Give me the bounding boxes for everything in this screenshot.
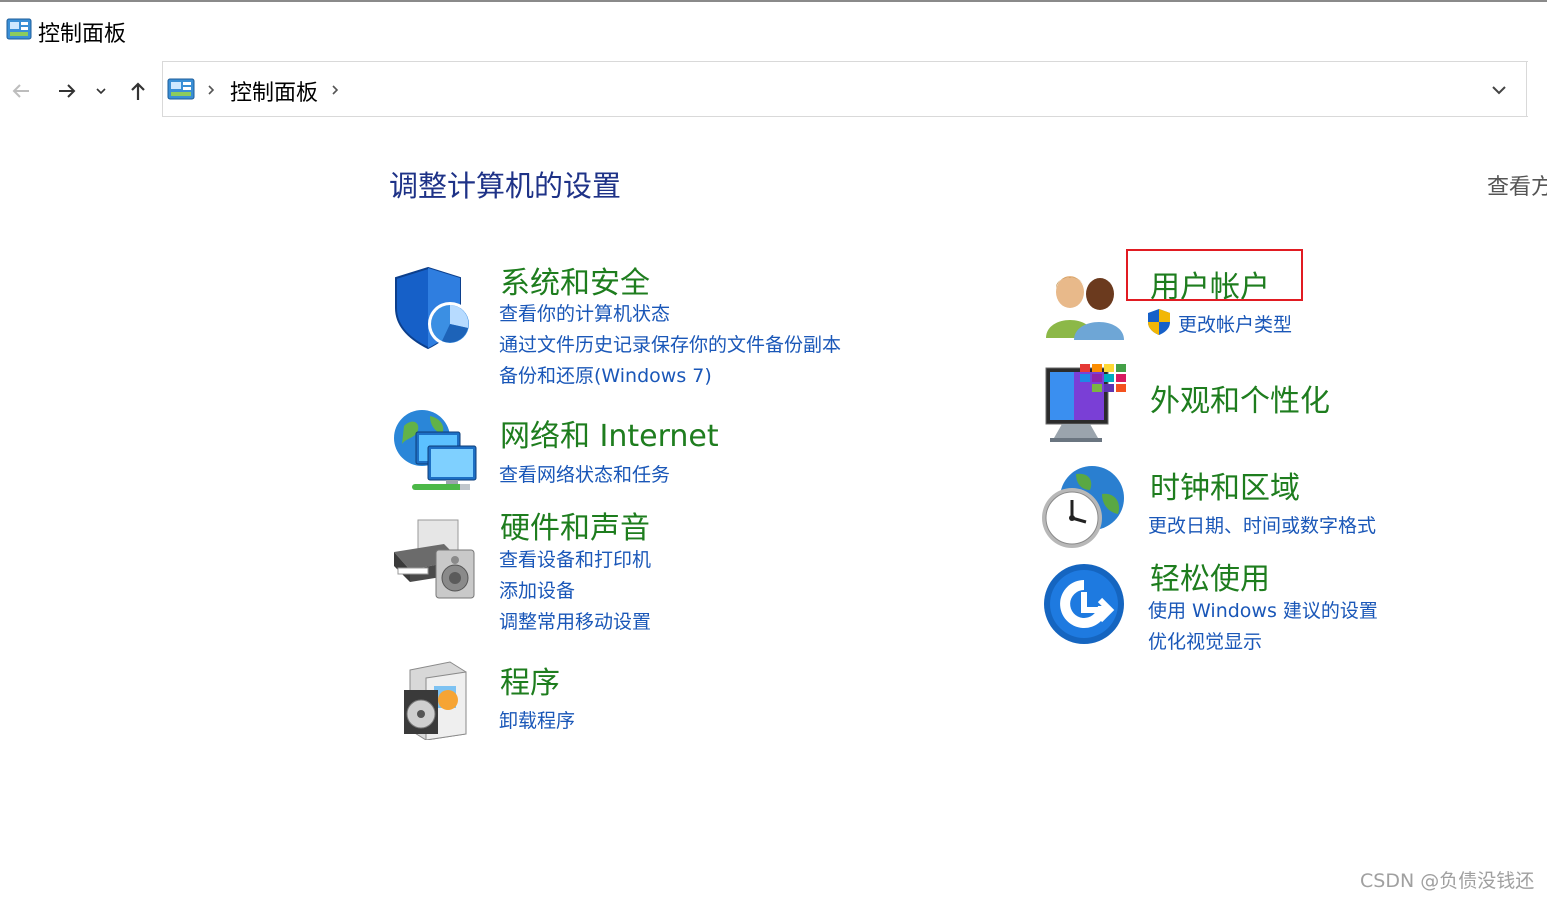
control-panel-icon [167,78,195,100]
category-network-internet[interactable]: 网络和 Internet [500,411,719,455]
forward-button[interactable] [54,78,80,104]
appearance-monitor-icon[interactable] [1044,362,1128,446]
link-backup-restore[interactable]: 备份和还原(Windows 7) [499,361,712,388]
ease-of-access-icon[interactable] [1042,562,1126,646]
shield-icon[interactable] [392,266,476,350]
category-appearance-personalization[interactable]: 外观和个性化 [1150,376,1330,420]
address-dropdown-icon[interactable] [1489,80,1509,100]
category-programs[interactable]: 程序 [500,658,560,702]
breadcrumb-control-panel[interactable]: 控制面板 [230,75,318,107]
watermark: CSDN @负债没钱还 [1360,870,1535,892]
window-title: 控制面板 [38,22,127,47]
page-title: 调整计算机的设置 [389,169,622,203]
recent-locations-button[interactable] [90,78,112,104]
category-hardware-sound[interactable]: 硬件和声音 [500,503,650,547]
breadcrumb-chevron-icon[interactable] [205,84,217,96]
category-ease-of-access[interactable]: 轻松使用 [1150,554,1270,598]
arrow-right-icon [59,84,76,98]
control-panel-icon [6,18,32,40]
users-icon[interactable] [1044,270,1126,340]
link-file-history-backup[interactable]: 通过文件历史记录保存你的文件备份副本 [499,330,841,357]
link-uninstall-program[interactable]: 卸载程序 [499,706,575,733]
arrow-up-icon [131,82,145,100]
highlight-box [1126,249,1303,301]
printer-speaker-icon[interactable] [390,516,478,600]
breadcrumb-chevron-icon[interactable] [329,84,341,96]
arrow-left-icon [12,84,29,98]
window-top-border [0,0,1547,2]
link-change-date-time[interactable]: 更改日期、时间或数字格式 [1148,511,1376,538]
address-bar[interactable]: 控制面板 [162,61,1528,117]
link-optimize-visual-display[interactable]: 优化视觉显示 [1148,627,1262,654]
back-button[interactable] [8,78,34,104]
link-network-status[interactable]: 查看网络状态和任务 [499,460,670,487]
link-recommended-settings[interactable]: 使用 Windows 建议的设置 [1148,596,1378,623]
up-button[interactable] [125,78,151,104]
category-system-security[interactable]: 系统和安全 [500,258,650,302]
clock-globe-icon[interactable] [1040,464,1126,550]
view-by-label[interactable]: 查看方 [1487,169,1547,201]
category-clock-region[interactable]: 时钟和区域 [1150,463,1300,507]
link-add-device[interactable]: 添加设备 [499,576,575,603]
link-change-account-type[interactable]: 更改帐户类型 [1178,310,1292,337]
link-mobility-settings[interactable]: 调整常用移动设置 [499,607,651,634]
link-view-computer-status[interactable]: 查看你的计算机状态 [499,299,670,326]
title-bar: 控制面板 [0,4,1547,54]
address-divider [1526,61,1527,117]
link-devices-printers[interactable]: 查看设备和打印机 [499,545,651,572]
programs-box-icon[interactable] [400,660,472,740]
uac-shield-icon [1148,309,1170,335]
network-globe-icon[interactable] [390,408,478,496]
chevron-down-icon [96,88,106,95]
